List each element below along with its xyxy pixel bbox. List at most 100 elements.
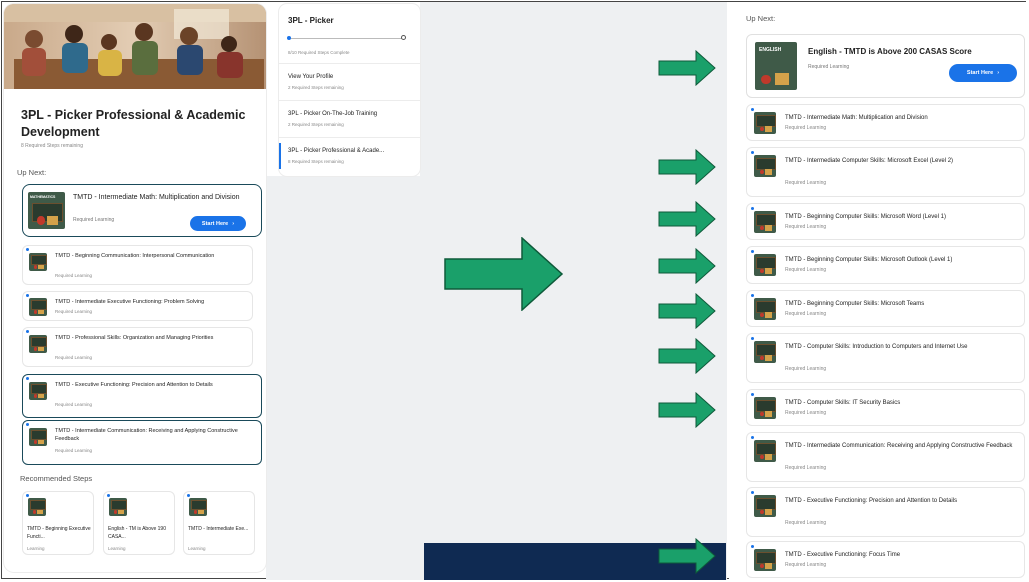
steps-remaining: 8 Required Steps remaining bbox=[21, 143, 83, 149]
list-item[interactable]: TMTD - Executive Functioning: Focus Time… bbox=[746, 541, 1025, 578]
list-item[interactable]: TMTD - Intermediate Communication: Recei… bbox=[22, 420, 262, 465]
journey-title: 3PL - Picker bbox=[288, 16, 334, 25]
list-item-title: TMTD - Executive Functioning: Focus Time bbox=[785, 552, 901, 558]
new-indicator-dot bbox=[26, 377, 29, 380]
list-item-subtitle: Required Learning bbox=[55, 448, 93, 453]
new-indicator-dot bbox=[751, 393, 754, 396]
list-item-title: TMTD - Intermediate Communication: Recei… bbox=[785, 443, 1013, 449]
course-thumbnail-icon bbox=[189, 498, 207, 516]
course-thumbnail-icon: ENGLISH bbox=[755, 42, 797, 90]
featured-course-subtitle: Required Learning bbox=[808, 64, 850, 70]
new-indicator-dot bbox=[26, 248, 29, 251]
progress-end-icon bbox=[401, 35, 406, 40]
course-thumbnail-icon bbox=[754, 211, 776, 233]
new-indicator-dot bbox=[751, 151, 754, 154]
start-here-button[interactable]: Start Here › bbox=[949, 64, 1017, 82]
featured-course-title: English - TMTD is Above 200 CASAS Score bbox=[808, 47, 972, 56]
list-item[interactable]: TMTD - Beginning Computer Skills: Micros… bbox=[746, 246, 1025, 284]
list-item[interactable]: TMTD - Professional Skills: Organization… bbox=[22, 327, 253, 367]
start-here-label: Start Here bbox=[201, 220, 229, 227]
list-item-subtitle: Required Learning bbox=[785, 366, 827, 372]
program-title: 3PL - Picker Professional & Academic Dev… bbox=[21, 108, 246, 139]
list-item-subtitle: Required Learning bbox=[785, 410, 827, 416]
recommended-card[interactable]: English - TM is Above 190 CASA... Learni… bbox=[103, 491, 175, 555]
course-thumbnail-icon bbox=[754, 397, 776, 419]
list-item-title: TMTD - Computer Skills: Introduction to … bbox=[785, 344, 968, 350]
recommended-card[interactable]: TMTD - Intermediate Exe... Learning bbox=[183, 491, 255, 555]
new-indicator-dot bbox=[26, 494, 29, 497]
chevron-right-icon: › bbox=[232, 220, 235, 227]
list-item[interactable]: TMTD - Intermediate Computer Skills: Mic… bbox=[746, 147, 1025, 197]
progress-knob-icon bbox=[287, 36, 291, 40]
journey-step-title: View Your Profile bbox=[288, 74, 334, 80]
list-item[interactable]: TMTD - Intermediate Math: Multiplication… bbox=[746, 104, 1025, 141]
arrow-right-icon bbox=[658, 50, 716, 86]
arrow-right-icon bbox=[658, 293, 716, 329]
list-item-title: TMTD - Intermediate Communication: Recei… bbox=[55, 428, 238, 442]
new-indicator-dot bbox=[187, 494, 190, 497]
list-item-title: TMTD - Intermediate Executive Functionin… bbox=[55, 299, 205, 305]
course-thumbnail-icon bbox=[754, 112, 776, 134]
list-item-subtitle: Required Learning bbox=[785, 180, 827, 186]
recommended-title: English - TM is Above 190 CASA... bbox=[108, 526, 166, 540]
journey-step[interactable]: 3PL - Picker On-The-Job Training 2 Requi… bbox=[279, 100, 420, 137]
list-item-title: TMTD - Intermediate Math: Multiplication… bbox=[785, 115, 928, 121]
course-thumbnail-icon bbox=[754, 298, 776, 320]
recommended-subtitle: Learning bbox=[188, 546, 206, 551]
list-item[interactable]: TMTD - Computer Skills: Introduction to … bbox=[746, 333, 1025, 383]
recommended-title: TMTD - Beginning Executive Functi... bbox=[27, 526, 91, 540]
list-item[interactable]: TMTD - Beginning Computer Skills: Micros… bbox=[746, 203, 1025, 240]
course-thumbnail-icon bbox=[29, 298, 47, 316]
journey-step-title: 3PL - Picker Professional & Acade... bbox=[288, 148, 385, 154]
thumbnail-label: MATHEMATICS bbox=[30, 195, 56, 199]
list-item[interactable]: TMTD - Beginning Communication: Interper… bbox=[22, 245, 253, 285]
up-next-heading: Up Next: bbox=[746, 14, 776, 23]
journey-step-subtitle: 8 Required Steps remaining bbox=[288, 159, 344, 164]
featured-course-card[interactable]: MATHEMATICS TMTD - Intermediate Math: Mu… bbox=[22, 184, 262, 237]
course-thumbnail-icon bbox=[754, 254, 776, 276]
arrow-right-icon bbox=[658, 338, 716, 374]
list-item-title: TMTD - Executive Functioning: Precision … bbox=[55, 382, 213, 388]
new-indicator-dot bbox=[751, 108, 754, 111]
up-next-heading: Up Next: bbox=[17, 168, 47, 177]
progress-bar bbox=[287, 35, 406, 40]
list-item-subtitle: Required Learning bbox=[55, 309, 93, 314]
thumbnail-label: ENGLISH bbox=[759, 47, 782, 53]
course-thumbnail-icon bbox=[28, 498, 46, 516]
course-thumbnail-icon bbox=[29, 428, 47, 446]
new-indicator-dot bbox=[26, 423, 29, 426]
recommended-card[interactable]: TMTD - Beginning Executive Functi... Lea… bbox=[22, 491, 94, 555]
list-item[interactable]: TMTD - Intermediate Communication: Recei… bbox=[746, 432, 1025, 482]
journey-step-active[interactable]: 3PL - Picker Professional & Acade... 8 R… bbox=[279, 137, 420, 174]
list-item[interactable]: TMTD - Intermediate Executive Functionin… bbox=[22, 291, 253, 321]
list-item[interactable]: TMTD - Executive Functioning: Precision … bbox=[746, 487, 1025, 537]
list-item-subtitle: Required Learning bbox=[785, 465, 827, 471]
course-thumbnail-icon bbox=[29, 253, 47, 271]
start-here-button[interactable]: Start Here › bbox=[190, 216, 246, 231]
recommended-title: TMTD - Intermediate Exe... bbox=[188, 526, 249, 532]
list-item[interactable]: TMTD - Computer Skills: IT Security Basi… bbox=[746, 389, 1025, 426]
new-indicator-dot bbox=[751, 294, 754, 297]
arrow-right-icon bbox=[658, 248, 716, 284]
recommended-subtitle: Learning bbox=[108, 546, 126, 551]
chevron-right-icon: › bbox=[997, 70, 1000, 76]
featured-course-card[interactable]: ENGLISH English - TMTD is Above 200 CASA… bbox=[746, 34, 1025, 98]
new-indicator-dot bbox=[751, 250, 754, 253]
course-thumbnail-icon bbox=[109, 498, 127, 516]
list-item[interactable]: TMTD - Beginning Computer Skills: Micros… bbox=[746, 290, 1025, 327]
new-indicator-dot bbox=[751, 491, 754, 494]
list-item[interactable]: TMTD - Executive Functioning: Precision … bbox=[22, 374, 262, 418]
list-item-title: TMTD - Beginning Computer Skills: Micros… bbox=[785, 214, 946, 220]
course-thumbnail-icon bbox=[29, 335, 47, 353]
list-item-title: TMTD - Beginning Communication: Interper… bbox=[55, 253, 215, 259]
progress-text: 8/10 Required Steps Complete bbox=[288, 50, 350, 55]
list-item-title: TMTD - Beginning Computer Skills: Micros… bbox=[785, 301, 925, 307]
list-item-subtitle: Required Learning bbox=[55, 402, 93, 407]
background-area-lower bbox=[266, 176, 420, 580]
list-item-subtitle: Required Learning bbox=[785, 125, 827, 131]
journey-step[interactable]: View Your Profile 2 Required Steps remai… bbox=[279, 63, 420, 100]
recommended-subtitle: Learning bbox=[27, 546, 45, 551]
journey-panel: 3PL - Picker 8/10 Required Steps Complet… bbox=[279, 4, 420, 176]
new-indicator-dot bbox=[26, 330, 29, 333]
start-here-label: Start Here bbox=[966, 70, 994, 76]
